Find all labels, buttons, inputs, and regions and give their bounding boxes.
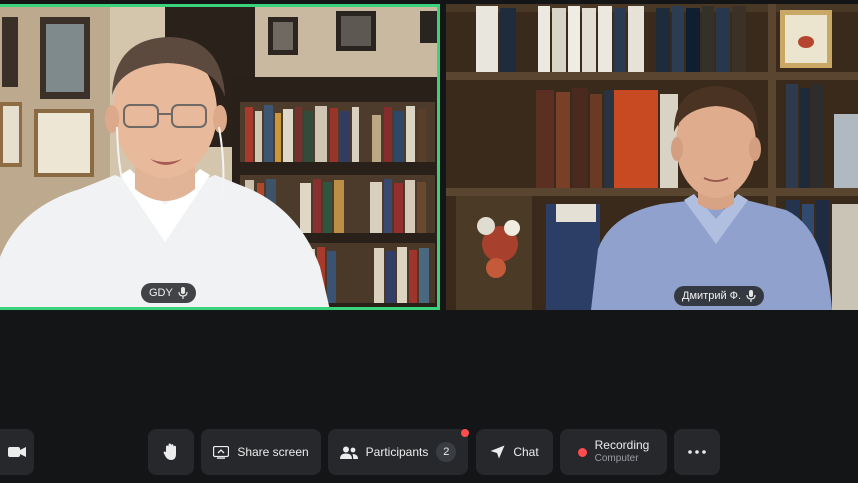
participants-label: Participants [365, 445, 429, 459]
participants-notification-dot [461, 429, 469, 437]
send-icon [490, 445, 505, 459]
video-tile-gdy[interactable]: GDY [0, 4, 440, 310]
mic-icon [178, 287, 188, 299]
share-screen-button[interactable]: Share screen [201, 429, 321, 475]
participants-button[interactable]: Participants 2 [328, 429, 468, 475]
recording-button[interactable]: Recording Computer [560, 429, 667, 475]
recording-label: Recording [594, 438, 650, 452]
participant-name-tag: Дмитрий Ф. [674, 286, 765, 306]
share-screen-label: Share screen [237, 445, 309, 459]
participant-video-dmitry [446, 4, 858, 310]
record-dot-icon [577, 447, 587, 457]
hand-icon [163, 443, 176, 460]
participant-name: GDY [149, 287, 173, 299]
camera-button[interactable] [0, 429, 34, 475]
camera-icon [8, 447, 26, 457]
more-icon [688, 450, 706, 454]
participant-name: Дмитрий Ф. [682, 290, 742, 302]
chat-button[interactable]: Chat [476, 429, 553, 475]
participant-video-gdy [0, 7, 437, 307]
people-icon [339, 446, 358, 459]
chat-label: Chat [513, 445, 539, 459]
mic-icon [746, 290, 756, 302]
share-screen-icon [213, 445, 230, 459]
video-tile-dmitry[interactable]: Дмитрий Ф. [446, 4, 858, 310]
participants-count-badge: 2 [436, 442, 457, 462]
raise-hand-button[interactable] [148, 429, 194, 475]
more-button[interactable] [674, 429, 720, 475]
participant-name-tag: GDY [141, 283, 196, 303]
recording-sublabel: Computer [594, 453, 639, 464]
